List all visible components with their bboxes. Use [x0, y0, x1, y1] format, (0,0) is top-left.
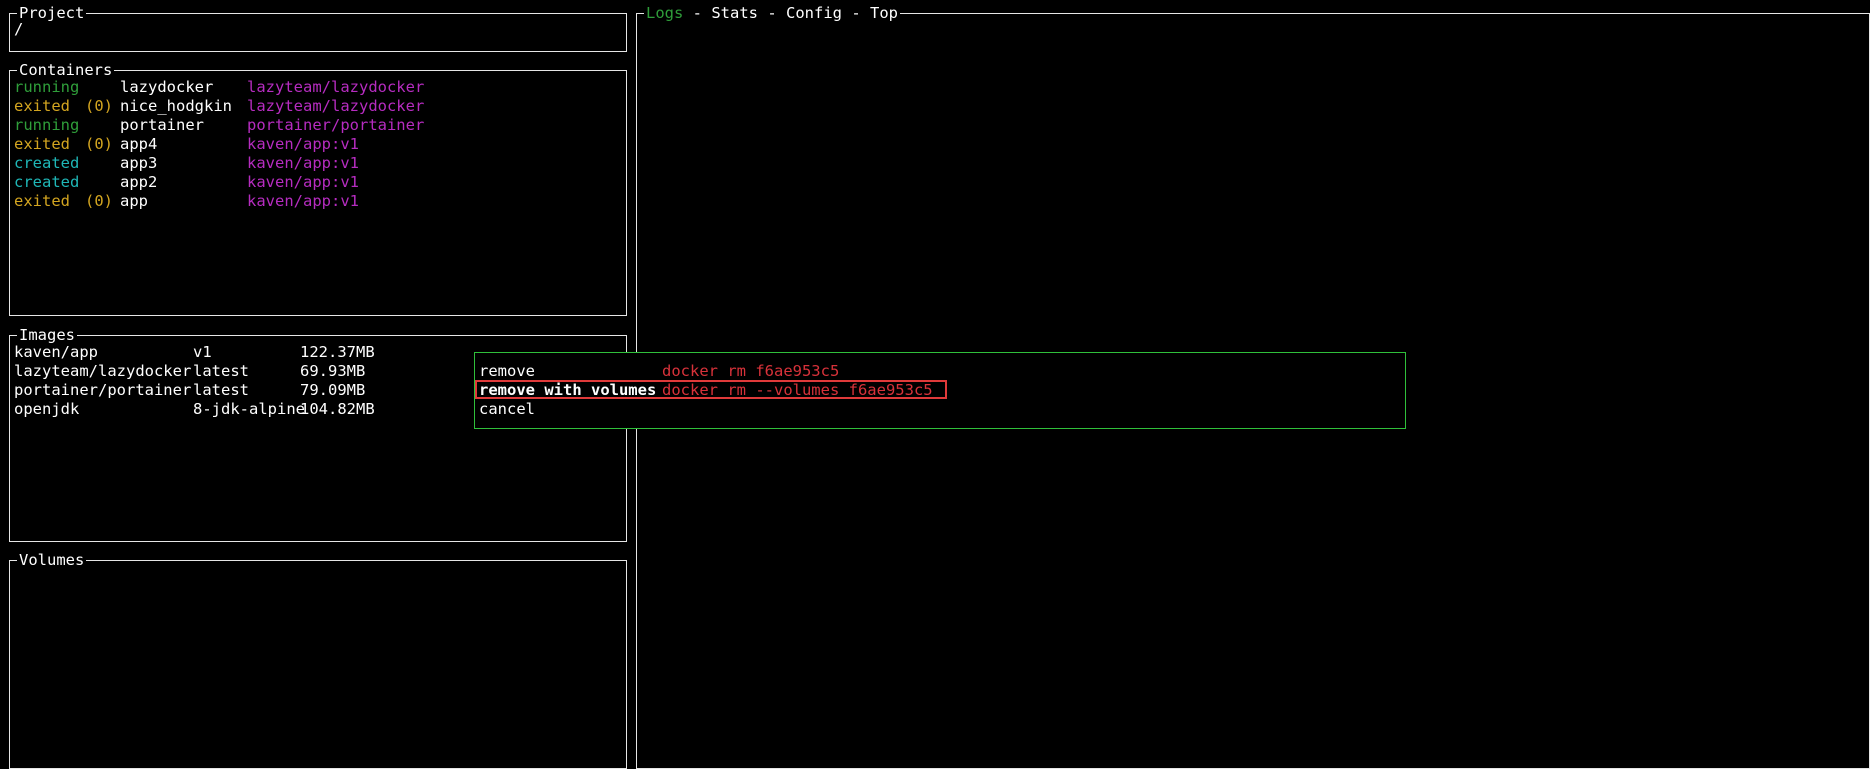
container-image: lazyteam/lazydocker: [247, 97, 425, 115]
tab-separator: -: [842, 4, 870, 22]
image-tag: v1: [193, 343, 212, 361]
container-row[interactable]: exited (0) app4 kaven/app:v1: [14, 135, 622, 154]
container-row[interactable]: exited (0) app kaven/app:v1: [14, 192, 622, 211]
project-panel[interactable]: Project /: [9, 4, 627, 52]
menu-item-command: docker rm f6ae953c5: [662, 362, 840, 380]
menu-item-label: cancel: [479, 400, 535, 418]
tab-config[interactable]: Config: [786, 4, 842, 22]
images-panel-title: Images: [17, 326, 77, 344]
containers-panel-title: Containers: [17, 61, 115, 79]
container-status: running: [14, 116, 80, 134]
container-row[interactable]: running portainer portainer/portainer: [14, 116, 622, 135]
volumes-panel[interactable]: Volumes: [9, 551, 627, 769]
image-size: 122.37MB: [300, 343, 375, 361]
container-name: app: [120, 192, 148, 210]
container-status: exited: [14, 192, 70, 210]
container-image: kaven/app:v1: [247, 192, 359, 210]
container-name: app4: [120, 135, 158, 153]
container-name: portainer: [120, 116, 204, 134]
menu-item-cancel[interactable]: cancel: [479, 400, 1401, 419]
menu-item-label: remove: [479, 362, 535, 380]
remove-menu: remove docker rm f6ae953c5 remove with vol…: [474, 352, 1406, 429]
image-tag: latest: [193, 381, 249, 399]
container-status: exited: [14, 135, 70, 153]
container-image: kaven/app:v1: [247, 173, 359, 191]
image-size: 69.93MB: [300, 362, 366, 380]
container-exit-code: (0): [85, 97, 113, 115]
tab-top[interactable]: Top: [870, 4, 898, 22]
container-row[interactable]: created app3 kaven/app:v1: [14, 154, 622, 173]
container-status: running: [14, 78, 80, 96]
image-size: 104.82MB: [300, 400, 375, 418]
container-image: kaven/app:v1: [247, 135, 359, 153]
container-image: portainer/portainer: [247, 116, 425, 134]
container-name: app2: [120, 173, 158, 191]
container-row[interactable]: created app2 kaven/app:v1: [14, 173, 622, 192]
container-name: lazydocker: [120, 78, 214, 96]
container-status: created: [14, 173, 80, 191]
image-repository: lazyteam/lazydocker: [14, 362, 192, 380]
menu-item-command: docker rm --volumes f6ae953c5: [662, 381, 933, 399]
image-size: 79.09MB: [300, 381, 366, 399]
tab-stats[interactable]: Stats: [711, 4, 758, 22]
container-exit-code: (0): [85, 192, 113, 210]
containers-panel[interactable]: Containers running lazydocker lazyteam/laz…: [9, 61, 627, 316]
container-status: created: [14, 154, 80, 172]
image-tag: latest: [193, 362, 249, 380]
image-tag: 8-jdk-alpine: [193, 400, 305, 418]
container-image: lazyteam/lazydocker: [247, 78, 425, 96]
image-repository: kaven/app: [14, 343, 98, 361]
menu-item-remove-with-volumes[interactable]: remove with volumes docker rm --volumes f…: [475, 380, 1401, 400]
menu-item-label: remove with volumes: [479, 381, 657, 399]
volumes-panel-title: Volumes: [17, 551, 87, 569]
container-row[interactable]: exited (0) nice_hodgkin lazyteam/lazydocker: [14, 97, 622, 116]
container-name: app3: [120, 154, 158, 172]
image-repository: openjdk: [14, 400, 80, 418]
tab-separator: -: [683, 4, 712, 22]
project-path: /: [14, 20, 24, 38]
container-name: nice_hodgkin: [120, 97, 232, 115]
menu-item-remove[interactable]: remove docker rm f6ae953c5: [479, 362, 1401, 381]
tab-logs[interactable]: Logs: [646, 4, 683, 22]
main-tabs: Logs - Stats - Config - Top: [644, 4, 900, 22]
remove-menu-list: remove docker rm f6ae953c5 remove with vol…: [475, 362, 1401, 419]
image-repository: portainer/portainer: [14, 381, 192, 399]
tab-separator: -: [758, 4, 786, 22]
container-image: kaven/app:v1: [247, 154, 359, 172]
container-status: exited: [14, 97, 70, 115]
container-exit-code: (0): [85, 135, 113, 153]
container-row[interactable]: running lazydocker lazyteam/lazydocker: [14, 78, 622, 97]
containers-list: running lazydocker lazyteam/lazydocker exit…: [14, 78, 622, 211]
